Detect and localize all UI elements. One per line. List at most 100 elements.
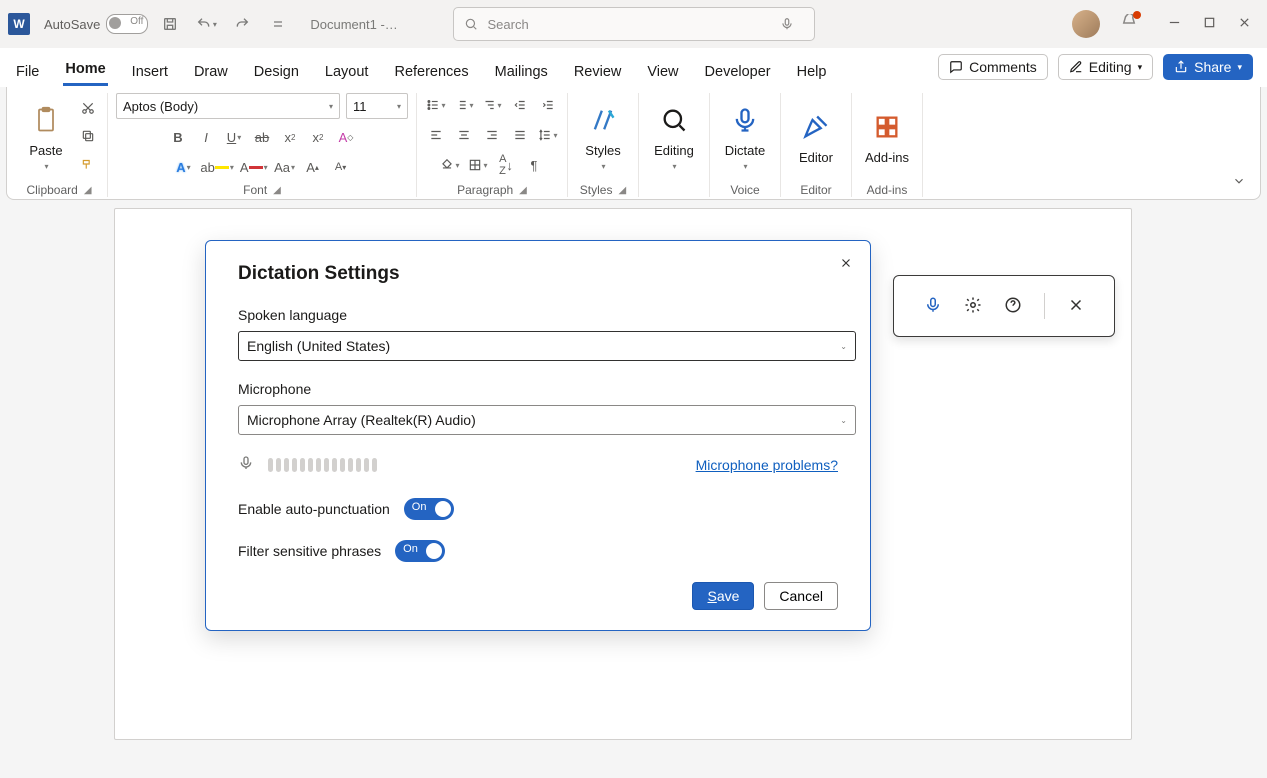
- dialog-close-icon[interactable]: [834, 251, 858, 275]
- microphone-label: Microphone: [238, 381, 838, 397]
- shrink-font-icon[interactable]: A▾: [330, 155, 352, 179]
- sort-icon[interactable]: AZ↓: [495, 153, 517, 177]
- styles-group-label: Styles: [580, 183, 613, 197]
- copy-icon[interactable]: [77, 124, 99, 148]
- ribbon-group-styles: Styles ▾ Styles ◢: [568, 93, 639, 197]
- tab-draw[interactable]: Draw: [192, 58, 230, 86]
- tab-design[interactable]: Design: [252, 58, 301, 86]
- undo-icon[interactable]: ▾: [192, 10, 220, 38]
- underline-icon[interactable]: U▾: [223, 125, 245, 149]
- editor-group-label: Editor: [800, 183, 831, 197]
- dictation-settings-icon[interactable]: [964, 296, 982, 317]
- tab-mailings[interactable]: Mailings: [493, 58, 550, 86]
- window-close-icon[interactable]: [1238, 16, 1251, 32]
- bullets-icon[interactable]: ▾: [425, 93, 447, 117]
- qat-customize-icon[interactable]: [264, 10, 292, 38]
- font-size-select[interactable]: 11▾: [346, 93, 408, 119]
- ribbon-group-voice: Dictate ▾ Voice: [710, 93, 781, 197]
- styles-button[interactable]: Styles ▾: [576, 101, 630, 171]
- notifications-icon[interactable]: [1120, 14, 1138, 35]
- line-spacing-icon[interactable]: ▾: [537, 123, 559, 147]
- save-label: ave: [717, 588, 740, 604]
- editing-button[interactable]: Editing ▾: [647, 101, 701, 171]
- spoken-language-select[interactable]: English (United States) ⌄: [238, 331, 856, 361]
- font-color-icon[interactable]: A▾: [240, 155, 268, 179]
- addins-button[interactable]: Add-ins: [860, 108, 914, 165]
- search-mic-icon[interactable]: [780, 17, 794, 31]
- search-bar[interactable]: Search: [453, 7, 815, 41]
- filter-toggle[interactable]: On: [395, 540, 445, 562]
- save-icon[interactable]: [156, 10, 184, 38]
- show-marks-icon[interactable]: ¶: [523, 153, 545, 177]
- chevron-down-icon: ▾: [743, 162, 747, 171]
- change-case-icon[interactable]: Aa▾: [274, 155, 296, 179]
- superscript-icon[interactable]: x2: [307, 125, 329, 149]
- chevron-down-icon: ▾: [1237, 62, 1242, 73]
- user-avatar[interactable]: [1072, 10, 1100, 38]
- microphone-select[interactable]: Microphone Array (Realtek(R) Audio) ⌄: [238, 405, 856, 435]
- dialog-launcher-icon[interactable]: ◢: [84, 185, 92, 196]
- increase-indent-icon[interactable]: [537, 93, 559, 117]
- align-right-icon[interactable]: [481, 123, 503, 147]
- tab-insert[interactable]: Insert: [130, 58, 170, 86]
- editor-button[interactable]: Editor: [789, 108, 843, 165]
- window-minimize-icon[interactable]: [1168, 16, 1181, 32]
- filter-label: Filter sensitive phrases: [238, 543, 381, 559]
- share-button[interactable]: Share ▾: [1163, 54, 1253, 80]
- grow-font-icon[interactable]: A▴: [302, 155, 324, 179]
- autopunct-toggle[interactable]: On: [404, 498, 454, 520]
- chevron-down-icon: ⌄: [840, 342, 847, 351]
- align-center-icon[interactable]: [453, 123, 475, 147]
- multilevel-list-icon[interactable]: ▾: [481, 93, 503, 117]
- comments-button[interactable]: Comments: [938, 54, 1048, 80]
- window-restore-icon[interactable]: [1203, 16, 1216, 32]
- tab-developer[interactable]: Developer: [703, 58, 773, 86]
- italic-icon[interactable]: I: [195, 125, 217, 149]
- autosave-switch-off[interactable]: Off: [106, 14, 148, 34]
- ribbon-collapse-icon[interactable]: [1232, 174, 1246, 191]
- autosave-toggle[interactable]: AutoSave Off: [44, 14, 148, 34]
- tab-view[interactable]: View: [645, 58, 680, 86]
- clear-formatting-icon[interactable]: A◇: [335, 125, 357, 149]
- spoken-language-value: English (United States): [247, 338, 390, 354]
- cancel-button[interactable]: Cancel: [764, 582, 838, 610]
- font-size-value: 11: [353, 99, 367, 114]
- tab-review[interactable]: Review: [572, 58, 624, 86]
- voice-group-label: Voice: [730, 183, 759, 197]
- borders-icon[interactable]: ▾: [467, 153, 489, 177]
- dialog-launcher-icon[interactable]: ◢: [618, 185, 626, 196]
- cut-icon[interactable]: [77, 96, 99, 120]
- dictate-button[interactable]: Dictate ▾: [718, 101, 772, 171]
- save-button[interactable]: Save: [692, 582, 754, 610]
- dictation-mic-icon[interactable]: [924, 296, 942, 317]
- bold-icon[interactable]: B: [167, 125, 189, 149]
- filter-state: On: [403, 543, 418, 555]
- shading-icon[interactable]: ▾: [439, 153, 461, 177]
- paste-button[interactable]: Paste ▾: [19, 101, 73, 171]
- format-painter-icon[interactable]: [77, 152, 99, 176]
- dialog-launcher-icon[interactable]: ◢: [519, 185, 527, 196]
- font-family-select[interactable]: Aptos (Body)▾: [116, 93, 340, 119]
- redo-icon[interactable]: [228, 10, 256, 38]
- strikethrough-icon[interactable]: ab: [251, 125, 273, 149]
- tab-help[interactable]: Help: [795, 58, 829, 86]
- editor-label: Editor: [799, 150, 833, 165]
- align-left-icon[interactable]: [425, 123, 447, 147]
- dictate-label: Dictate: [725, 143, 765, 158]
- ribbon-group-font: Aptos (Body)▾ 11▾ B I U▾ ab x2 x2 A◇ A▾ …: [108, 93, 417, 197]
- subscript-icon[interactable]: x2: [279, 125, 301, 149]
- dictation-close-icon[interactable]: [1067, 296, 1085, 317]
- text-effects-icon[interactable]: A▾: [172, 155, 194, 179]
- tab-references[interactable]: References: [392, 58, 470, 86]
- mic-problems-link[interactable]: Microphone problems?: [696, 457, 838, 473]
- tab-layout[interactable]: Layout: [323, 58, 371, 86]
- dictation-help-icon[interactable]: [1004, 296, 1022, 317]
- justify-icon[interactable]: [509, 123, 531, 147]
- highlight-icon[interactable]: ab▾: [200, 155, 233, 179]
- numbering-icon[interactable]: ▾: [453, 93, 475, 117]
- dialog-launcher-icon[interactable]: ◢: [273, 185, 281, 196]
- tab-file[interactable]: File: [14, 58, 41, 86]
- tab-home[interactable]: Home: [63, 55, 107, 86]
- editing-mode-button[interactable]: Editing ▾: [1058, 54, 1153, 80]
- decrease-indent-icon[interactable]: [509, 93, 531, 117]
